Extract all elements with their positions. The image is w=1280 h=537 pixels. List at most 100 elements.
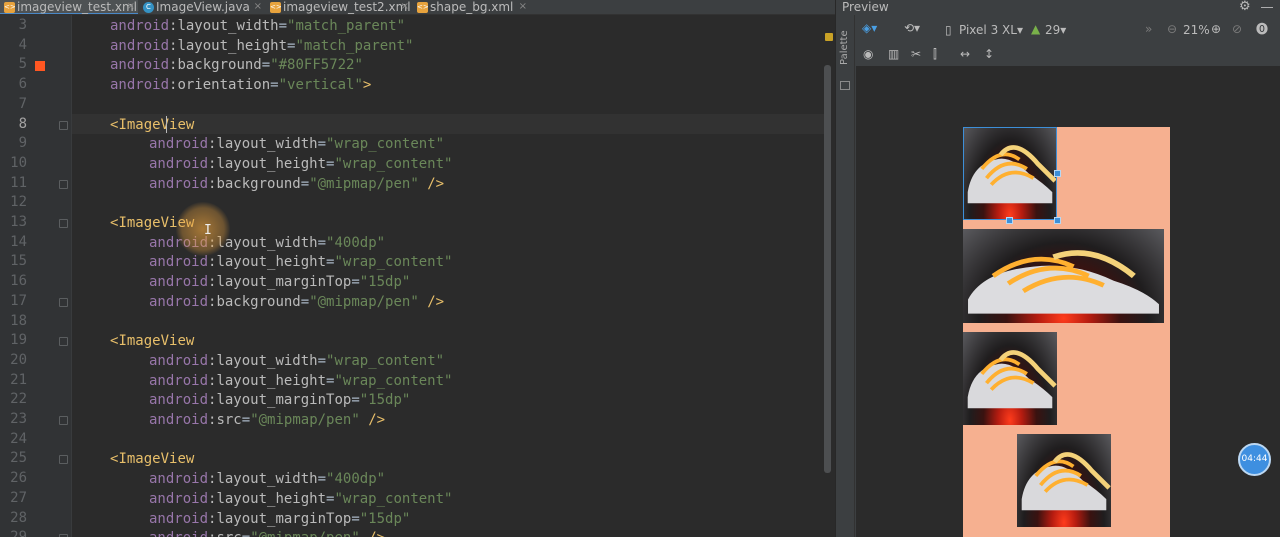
zoom-in-icon[interactable]: ⊕ bbox=[1211, 22, 1221, 36]
xml-attribute: background bbox=[216, 175, 301, 192]
xml-attribute-value: "@mipmap/pen" bbox=[250, 530, 360, 537]
gear-icon[interactable]: ⚙ bbox=[1239, 0, 1251, 14]
xml-attribute: layout_marginTop bbox=[216, 274, 352, 291]
xml-attribute-value: "400dp" bbox=[326, 234, 386, 251]
xml-namespace: android bbox=[149, 352, 209, 369]
close-icon[interactable]: × bbox=[127, 0, 135, 14]
preview-title: Preview bbox=[842, 0, 889, 14]
warning-toggle-icon[interactable]: ⓿ bbox=[1256, 22, 1268, 36]
preview-header: Preview ⚙ ― bbox=[836, 0, 1280, 15]
fold-marker-icon[interactable] bbox=[59, 219, 68, 228]
xml-attribute-value: "15dp" bbox=[359, 510, 411, 527]
xml-attribute: orientation bbox=[177, 77, 271, 94]
xml-tag-name: ImageView bbox=[118, 451, 195, 468]
zoom-fit-icon[interactable]: ⊘ bbox=[1232, 22, 1242, 36]
code-editor[interactable]: 3 4 5 6 7 8 9 10 11 12 13 14 15 16 17 18 19 20 21 22 23 24 25 2… bbox=[0, 15, 835, 537]
close-icon[interactable]: × bbox=[401, 0, 409, 14]
code-line: android:layout_width="400dp" bbox=[149, 470, 385, 490]
line-number: 15 bbox=[10, 253, 27, 270]
line-number: 7 bbox=[18, 95, 27, 112]
xml-tag-name: ImageView bbox=[118, 116, 195, 133]
close-icon[interactable]: × bbox=[519, 0, 527, 14]
equals-sign: = bbox=[300, 293, 310, 310]
tag-close: > bbox=[362, 77, 372, 94]
line-number: 19 bbox=[10, 332, 27, 349]
text-caret bbox=[166, 116, 167, 133]
xml-namespace: android bbox=[149, 510, 209, 527]
xml-attribute-value: "wrap_content" bbox=[334, 490, 453, 507]
line-number: 27 bbox=[10, 489, 27, 506]
expand-vertical-icon[interactable]: ↕ bbox=[984, 47, 994, 61]
line-number: 26 bbox=[10, 470, 27, 487]
resize-handle[interactable] bbox=[1054, 217, 1061, 224]
tab-label: imageview_test.xml bbox=[17, 0, 137, 14]
fold-marker-icon[interactable] bbox=[59, 179, 68, 189]
layers-icon[interactable]: ◈▾ bbox=[862, 21, 877, 35]
imageview-preview-2[interactable] bbox=[963, 229, 1164, 323]
line-number: 3 bbox=[18, 17, 27, 33]
fold-marker-icon[interactable] bbox=[59, 297, 68, 307]
inspection-warning-icon[interactable] bbox=[825, 33, 833, 41]
equals-sign: = bbox=[317, 471, 327, 488]
line-number: 10 bbox=[10, 154, 27, 171]
equals-sign: = bbox=[241, 412, 251, 428]
equals-sign: = bbox=[300, 175, 310, 192]
shoe-image-icon bbox=[968, 250, 1159, 314]
magnet-icon[interactable]: ✂ bbox=[911, 47, 921, 61]
shoe-image-icon bbox=[967, 350, 1057, 409]
fold-marker-icon[interactable] bbox=[59, 455, 68, 465]
device-selector[interactable]: Pixel 3 XL▾ bbox=[959, 23, 1023, 37]
xml-attribute-value: "@mipmap/pen" bbox=[309, 175, 419, 192]
code-line: android:background="@mipmap/pen" /> bbox=[149, 175, 444, 195]
xml-namespace: android bbox=[149, 412, 209, 428]
hide-panel-icon[interactable]: ― bbox=[1261, 0, 1273, 14]
xml-namespace: android bbox=[149, 392, 209, 409]
eye-icon[interactable]: ◉ bbox=[863, 47, 873, 61]
resize-handle[interactable] bbox=[1054, 170, 1061, 177]
color-swatch-icon[interactable] bbox=[35, 61, 45, 72]
api-level-selector[interactable]: 29▾ bbox=[1045, 23, 1066, 37]
resize-handle[interactable] bbox=[1006, 217, 1013, 224]
code-line: android:orientation="vertical"> bbox=[110, 76, 371, 96]
tab-imageview-test2-xml[interactable]: <> imageview_test2.xml × bbox=[266, 0, 412, 14]
xml-attribute-value: "15dp" bbox=[359, 274, 411, 291]
xml-namespace: android bbox=[149, 530, 208, 537]
code-line: android:src="@mipmap/pen" /> bbox=[149, 411, 385, 431]
xml-attribute: layout_marginTop bbox=[216, 392, 352, 409]
close-icon[interactable]: × bbox=[254, 0, 262, 14]
xml-attribute-value: "wrap_content" bbox=[334, 372, 453, 389]
code-line: android:layout_width="wrap_content" bbox=[149, 352, 444, 372]
imageview-preview-3[interactable] bbox=[963, 332, 1057, 425]
shoe-image-icon bbox=[1021, 452, 1111, 511]
recording-timer-badge[interactable]: 04:44 bbox=[1238, 443, 1271, 476]
code-line: android:layout_height="wrap_content" bbox=[149, 372, 452, 392]
zoom-out-icon[interactable]: ⊖ bbox=[1167, 22, 1177, 36]
equals-sign: = bbox=[278, 18, 288, 34]
ibeam-cursor-icon: I bbox=[204, 223, 212, 238]
line-number: 25 bbox=[10, 450, 27, 467]
tab-shape-bg-xml[interactable]: <> shape_bg.xml × bbox=[413, 0, 530, 14]
equals-sign: = bbox=[270, 77, 279, 94]
tab-imageview-test-xml[interactable]: <> imageview_test.xml × bbox=[0, 0, 138, 14]
fold-marker-icon[interactable] bbox=[59, 120, 68, 130]
fold-marker-icon[interactable] bbox=[59, 337, 68, 347]
palette-side-tab[interactable]: Palette bbox=[836, 15, 855, 537]
line-number-gutter[interactable]: 3 4 5 6 7 8 9 10 11 12 13 14 15 16 17 18 19 20 21 22 23 24 25 2… bbox=[0, 15, 72, 537]
equals-sign: = bbox=[351, 510, 360, 527]
editor-vertical-scrollbar[interactable] bbox=[824, 65, 831, 473]
xml-attribute: src bbox=[216, 412, 242, 428]
xml-attribute: background bbox=[177, 57, 262, 74]
code-line: android:layout_marginTop="15dp" bbox=[149, 273, 410, 293]
xml-file-icon: <> bbox=[270, 2, 282, 13]
orientation-icon[interactable]: ⟲▾ bbox=[904, 21, 920, 35]
guidelines-icon[interactable]: ⫿ bbox=[933, 47, 937, 61]
fold-marker-icon[interactable] bbox=[59, 416, 68, 425]
overflow-chevron-icon[interactable]: » bbox=[1145, 22, 1152, 36]
xml-namespace: android bbox=[110, 57, 170, 74]
blueprint-icon[interactable]: ▥ bbox=[888, 47, 899, 61]
tab-imageview-java[interactable]: C ImageView.java × bbox=[139, 0, 265, 14]
expand-horizontal-icon[interactable]: ↔ bbox=[960, 47, 970, 61]
xml-attribute-value: "wrap_content" bbox=[326, 352, 445, 369]
imageview-preview-4[interactable] bbox=[1017, 434, 1111, 527]
preview-toolbar-primary: ◈▾ ⟲▾ ▯ Pixel 3 XL▾ ▲ 29▾ » ⊖ 21% ⊕ ⊘ ⓿ bbox=[856, 15, 1280, 43]
